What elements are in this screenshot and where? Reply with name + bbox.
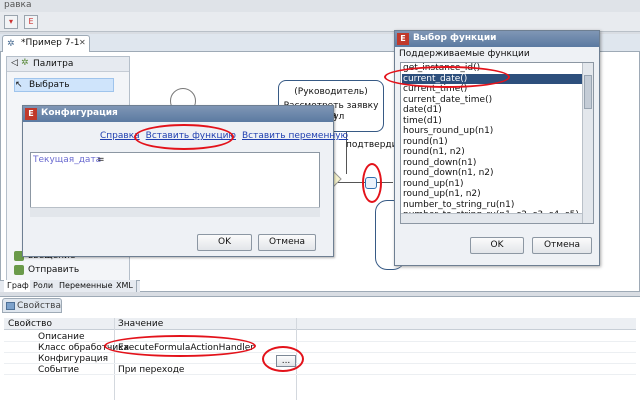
function-item[interactable]: current_date_time(): [402, 95, 582, 106]
palette-icon: ✲: [21, 58, 29, 68]
collapse-arrow-icon[interactable]: ◁: [11, 58, 18, 68]
property-key: Событие: [38, 365, 80, 375]
palette-header: ◁ ✲ Палитра: [7, 57, 129, 72]
send-icon: [14, 265, 24, 275]
property-value: При переходе: [118, 365, 185, 375]
annotation-oval-handler-class: [104, 335, 256, 357]
palette-item-select[interactable]: ↖ Выбрать: [14, 78, 114, 92]
insert-variable-link[interactable]: Вставить переменную: [242, 131, 348, 141]
properties-header: [4, 318, 636, 330]
annotation-oval-insert-function: [134, 124, 234, 150]
property-row[interactable]: Класс обработчика ExecuteFormulaActionHa…: [4, 342, 636, 353]
function-chooser-titlebar[interactable]: E Выбор функции: [395, 31, 599, 47]
function-item[interactable]: date(d1): [402, 105, 582, 116]
function-item[interactable]: hours_round_up(n1): [402, 126, 582, 137]
tab-process-editor-label: *Пример 7-1: [21, 38, 80, 48]
formula-horizontal-scrollbar[interactable]: [30, 207, 320, 217]
function-item[interactable]: time(d1): [402, 116, 582, 127]
tab-variables[interactable]: Переменные: [56, 280, 117, 292]
property-row[interactable]: Описание: [4, 331, 636, 342]
annotation-oval-current-date: [384, 66, 510, 88]
function-item[interactable]: round(n1): [402, 137, 582, 148]
formula-expression: =: [97, 155, 105, 165]
tab-roles[interactable]: Роли: [30, 280, 58, 292]
toolbar-app-icon[interactable]: E: [24, 15, 38, 29]
function-item[interactable]: round_up(n1, n2): [402, 189, 582, 200]
tab-properties-label: Свойства: [17, 301, 61, 311]
function-list-vertical-scrollbar[interactable]: [582, 63, 593, 223]
tab-process-editor[interactable]: ✲ *Пример 7-1 ✕: [2, 35, 90, 52]
tab-properties[interactable]: Свойства: [2, 298, 62, 313]
pointer-icon: ↖: [15, 80, 23, 90]
toolbar: ▾ E: [0, 12, 640, 32]
palette-item-send-label: Отправить: [28, 265, 80, 275]
function-item[interactable]: round_down(n1): [402, 158, 582, 169]
configuration-cancel-button[interactable]: Отмена: [258, 234, 316, 251]
function-chooser-subtitle: Поддерживаемые функции: [399, 49, 530, 59]
property-key: Описание: [38, 332, 85, 342]
formula-variable: Текущая_дата: [33, 155, 102, 165]
task-role: (Руководитель): [294, 87, 368, 97]
column-value: Значение: [118, 319, 164, 329]
palette-title: Палитра: [33, 59, 74, 69]
function-cancel-button[interactable]: Отмена: [532, 237, 592, 254]
menu-partial-label[interactable]: равка: [4, 0, 31, 10]
app-icon: E: [25, 108, 37, 120]
property-key: Конфигурация: [38, 354, 108, 364]
annotation-oval-dots-button: [262, 346, 304, 372]
function-list-horizontal-scrollbar[interactable]: [401, 213, 582, 223]
function-item[interactable]: number_to_string_ru(n1): [402, 200, 582, 211]
close-icon[interactable]: ✕: [79, 38, 86, 47]
properties-icon: [6, 302, 15, 310]
process-icon: ✲: [7, 39, 15, 49]
palette-item-label: Выбрать: [29, 80, 70, 90]
tab-graph[interactable]: Граф: [4, 280, 33, 292]
configuration-dialog-titlebar[interactable]: E Конфигурация: [23, 106, 333, 122]
configuration-ok-button[interactable]: OK: [197, 234, 252, 251]
scroll-thumb[interactable]: [584, 75, 592, 109]
function-ok-button[interactable]: OK: [470, 237, 524, 254]
function-item[interactable]: round_up(n1): [402, 179, 582, 190]
app-icon: E: [397, 33, 409, 45]
tab-xml[interactable]: XML: [113, 280, 137, 292]
menu-bar: равка: [0, 0, 640, 12]
property-row[interactable]: Событие При переходе: [4, 364, 636, 375]
palette-item-send[interactable]: Отправить: [14, 264, 114, 278]
property-row[interactable]: Конфигурация: [4, 353, 636, 364]
function-chooser-title: Выбор функции: [413, 33, 497, 43]
toolbar-arrow-icon[interactable]: ▾: [4, 15, 18, 29]
function-item[interactable]: round_down(n1, n2): [402, 168, 582, 179]
configuration-dialog-title: Конфигурация: [41, 108, 118, 118]
column-property: Свойство: [8, 319, 52, 329]
annotation-oval-node: [362, 163, 382, 203]
function-item[interactable]: round(n1, n2): [402, 147, 582, 158]
